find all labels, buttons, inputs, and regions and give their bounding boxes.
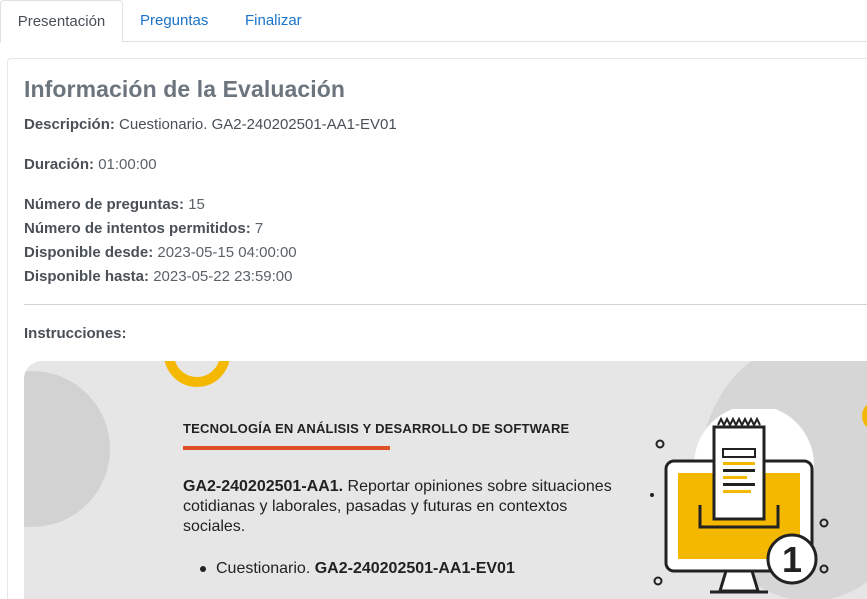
tab-bar: Presentación Preguntas Finalizar (0, 0, 867, 43)
bullet-code: GA2-240202501-AA1-EV01 (314, 560, 515, 577)
tab-preguntas[interactable]: Preguntas (140, 0, 208, 42)
heading-underline (183, 446, 390, 450)
bullet-text: Cuestionario. (216, 560, 311, 577)
available-until-label: Disponible hasta: (24, 268, 150, 285)
activity-description: GA2-240202501-AA1. Reportar opiniones so… (183, 477, 613, 537)
list-item: Cuestionario. GA2-240202501-AA1-EV01 (200, 560, 515, 578)
description-row: Descripción: Cuestionario. GA2-240202501… (24, 116, 397, 133)
instructions-banner: TECNOLOGÍA EN ANÁLISIS Y DESARROLLO DE S… (24, 361, 867, 599)
available-from-label: Disponible desde: (24, 244, 154, 261)
bullet-dot-icon (200, 565, 206, 572)
available-until-value: 2023-05-22 23:59:00 (153, 268, 293, 285)
duration-value: 01:00:00 (98, 156, 157, 173)
available-from-value: 2023-05-15 04:00:00 (157, 244, 297, 261)
questions-row: Número de preguntas: 15 (24, 196, 205, 213)
divider (24, 304, 867, 305)
duration-label: Duración: (24, 156, 95, 173)
page-title: Información de la Evaluación (24, 76, 346, 102)
attempts-value: 7 (254, 220, 264, 237)
instructions-row: Instrucciones: (24, 325, 127, 342)
questions-label: Número de preguntas: (24, 196, 185, 213)
decorative-ring (164, 361, 230, 387)
available-until-row: Disponible hasta: 2023-05-22 23:59:00 (24, 268, 293, 285)
duration-row: Duración: 01:00:00 (24, 156, 157, 173)
available-from-row: Disponible desde: 2023-05-15 04:00:00 (24, 244, 297, 261)
badge-number: 1 (782, 539, 802, 580)
computer-document-icon: 1 (650, 409, 829, 594)
decorative-circle (24, 371, 110, 527)
activity-code: GA2-240202501-AA1. (183, 478, 344, 495)
description-label: Descripción: (24, 116, 115, 133)
description-value: Cuestionario. GA2-240202501-AA1-EV01 (119, 116, 397, 133)
instructions-label: Instrucciones: (24, 325, 127, 342)
tab-presentacion[interactable]: Presentación (0, 0, 123, 43)
program-heading: TECNOLOGÍA EN ANÁLISIS Y DESARROLLO DE S… (183, 421, 570, 436)
questions-value: 15 (188, 196, 205, 213)
attempts-row: Número de intentos permitidos: 7 (24, 220, 263, 237)
attempts-label: Número de intentos permitidos: (24, 220, 251, 237)
tab-finalizar[interactable]: Finalizar (245, 0, 302, 42)
